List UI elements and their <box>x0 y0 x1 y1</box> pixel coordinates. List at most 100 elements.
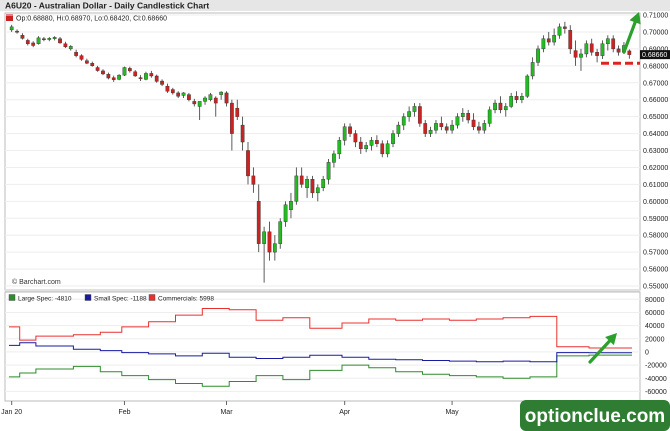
candle <box>149 70 154 78</box>
cot-legend: Large Spec: -4810 Small Spec: -1188 Commer… <box>8 294 214 303</box>
candle <box>144 71 148 81</box>
candle <box>616 45 621 56</box>
candle <box>197 101 202 121</box>
legend-label: Commercials: 5998 <box>158 296 214 303</box>
candle <box>337 136 342 159</box>
candle <box>407 106 411 122</box>
candle <box>310 175 315 198</box>
cot-tick-label: 40000 <box>645 323 665 330</box>
x-tick-label: May <box>445 409 459 416</box>
candle <box>584 40 589 58</box>
candle <box>117 74 121 81</box>
last-price-label: 0.68660 <box>642 52 667 59</box>
candle <box>63 41 68 49</box>
brand-badge: optionclue.com <box>520 400 670 431</box>
candle <box>321 175 326 192</box>
candle <box>611 35 616 53</box>
price-tick-label: 0.66000 <box>643 97 668 104</box>
candle <box>294 167 299 205</box>
candle <box>503 103 508 117</box>
price-tick-label: 0.59000 <box>643 216 668 223</box>
candle <box>272 235 277 261</box>
price-tick-label: 0.65000 <box>643 114 668 121</box>
price-tick-label: 0.60000 <box>643 199 668 206</box>
chart-window: A6U20 - Australian Dollar - Daily Candle… <box>0 0 670 431</box>
price-tick-label: 0.55000 <box>643 284 668 291</box>
candle <box>101 69 105 76</box>
candle <box>332 150 336 168</box>
candle <box>589 38 594 56</box>
candle <box>181 92 186 98</box>
candle <box>600 40 605 60</box>
candle <box>127 66 132 73</box>
candle <box>154 74 159 83</box>
candle <box>74 49 78 58</box>
legend-item: Large Spec: -4810 <box>8 294 72 303</box>
price-tick-label: 0.71000 <box>643 13 668 20</box>
cot-tick-label: -40000 <box>645 376 667 383</box>
candle <box>165 83 170 93</box>
candle <box>326 158 331 185</box>
candle <box>375 135 379 148</box>
candle <box>283 201 288 227</box>
candle <box>25 38 30 46</box>
candle <box>251 167 256 193</box>
candle <box>423 120 428 137</box>
legend-label: Small Spec: -1188 <box>94 296 147 303</box>
chart-title: A6U20 - Australian Dollar - Daily Candle… <box>5 1 209 11</box>
x-tick-label: Apr <box>339 409 351 416</box>
candle <box>47 37 52 42</box>
barchart-watermark: © Barchart.com <box>12 278 61 286</box>
candle <box>348 123 352 137</box>
price-tick-label: 0.63000 <box>643 148 668 155</box>
candle <box>256 184 261 253</box>
legend-label: Large Spec: -4810 <box>18 296 72 303</box>
candle <box>455 113 460 129</box>
candle <box>520 92 524 104</box>
candle <box>573 40 578 66</box>
brand-text: optionclue.com <box>525 406 665 427</box>
x-tick-label: Mar <box>220 409 233 416</box>
price-tick-label: 0.61000 <box>643 182 668 189</box>
candle <box>579 48 583 71</box>
candle <box>58 37 62 44</box>
candle <box>450 120 454 134</box>
candle <box>111 75 116 82</box>
candle <box>95 65 100 72</box>
chart-canvas: A6U20 - Australian Dollar - Daily Candle… <box>0 0 670 431</box>
price-tick-label: 0.64000 <box>643 131 668 138</box>
candle <box>342 123 347 146</box>
candle <box>391 130 395 148</box>
x-tick-label: Jan 20 <box>1 409 22 416</box>
candle <box>289 192 293 219</box>
candle <box>20 33 25 40</box>
candle <box>15 29 19 34</box>
candle <box>487 106 492 127</box>
candle <box>219 91 224 100</box>
cot-tick-label: 80000 <box>645 297 665 304</box>
price-tick-label: 0.58000 <box>643 233 668 240</box>
candle <box>36 36 41 45</box>
candle <box>369 136 374 151</box>
price-tick-label: 0.57000 <box>643 250 668 257</box>
candle <box>380 140 385 158</box>
candle <box>541 35 546 53</box>
candle <box>170 87 175 95</box>
candle <box>466 109 471 124</box>
candle <box>605 35 610 51</box>
candle <box>213 96 218 117</box>
candle <box>68 45 73 51</box>
cot-tick-label: -20000 <box>645 363 667 370</box>
candle <box>90 61 95 67</box>
candle <box>401 113 406 131</box>
legend-item: Commercials: 5998 <box>148 294 214 303</box>
cot-series-line <box>9 354 632 387</box>
cot-tick-label: 20000 <box>645 336 665 343</box>
candle <box>203 96 207 105</box>
candle <box>224 91 229 107</box>
candle <box>396 121 401 137</box>
candle <box>595 48 599 63</box>
cot-tick-label: 60000 <box>645 310 665 317</box>
candle <box>557 23 562 39</box>
candle <box>240 116 245 151</box>
